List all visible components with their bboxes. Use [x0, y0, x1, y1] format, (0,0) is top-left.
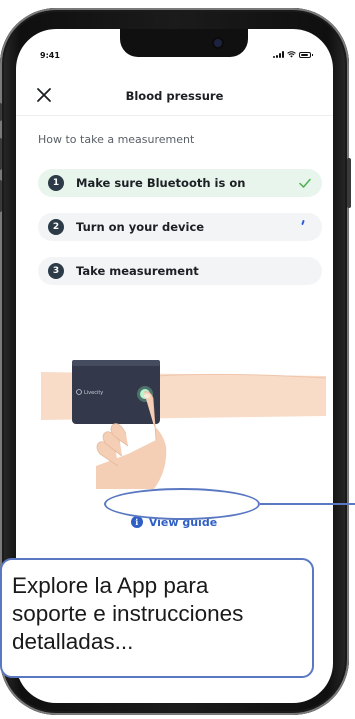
annotation-connector-line [260, 503, 355, 505]
step-bluetooth[interactable]: 1 Make sure Bluetooth is on [38, 169, 322, 197]
step-number: 3 [48, 263, 64, 279]
battery-icon [299, 51, 313, 58]
step-turn-on-device[interactable]: 2 Turn on your device [38, 213, 322, 241]
notch [120, 29, 248, 57]
device-brand-label: Livecity [84, 390, 103, 396]
volume-up-button [0, 138, 2, 170]
section-label: How to take a measurement [38, 133, 195, 146]
step-take-measurement[interactable]: 3 Take measurement [38, 257, 322, 285]
status-time: 9:41 [40, 51, 60, 60]
front-camera [214, 39, 222, 47]
view-guide-link[interactable]: i View guide [112, 509, 236, 535]
step-number: 1 [48, 175, 64, 191]
callout-text: Explore la App para soporte e instruccio… [12, 573, 244, 654]
info-icon: i [130, 516, 143, 528]
wifi-icon [287, 51, 296, 58]
page-title: Blood pressure [125, 89, 224, 103]
step-label: Take measurement [76, 264, 199, 278]
nav-bar: Blood pressure [16, 79, 333, 116]
status-icons [273, 51, 313, 58]
step-number: 2 [48, 219, 64, 235]
step-label: Make sure Bluetooth is on [76, 176, 246, 190]
volume-down-button [0, 180, 2, 212]
power-button [347, 158, 351, 208]
view-guide-label: View guide [148, 515, 218, 529]
check-icon [299, 178, 311, 188]
cuff-on-wrist-illustration: Livecity [41, 360, 326, 489]
callout-box: Explore la App para soporte e instruccio… [0, 558, 314, 678]
signal-icon [273, 51, 284, 58]
silent-switch [0, 103, 2, 121]
loading-indicator-icon [301, 219, 305, 226]
step-label: Turn on your device [76, 220, 205, 234]
